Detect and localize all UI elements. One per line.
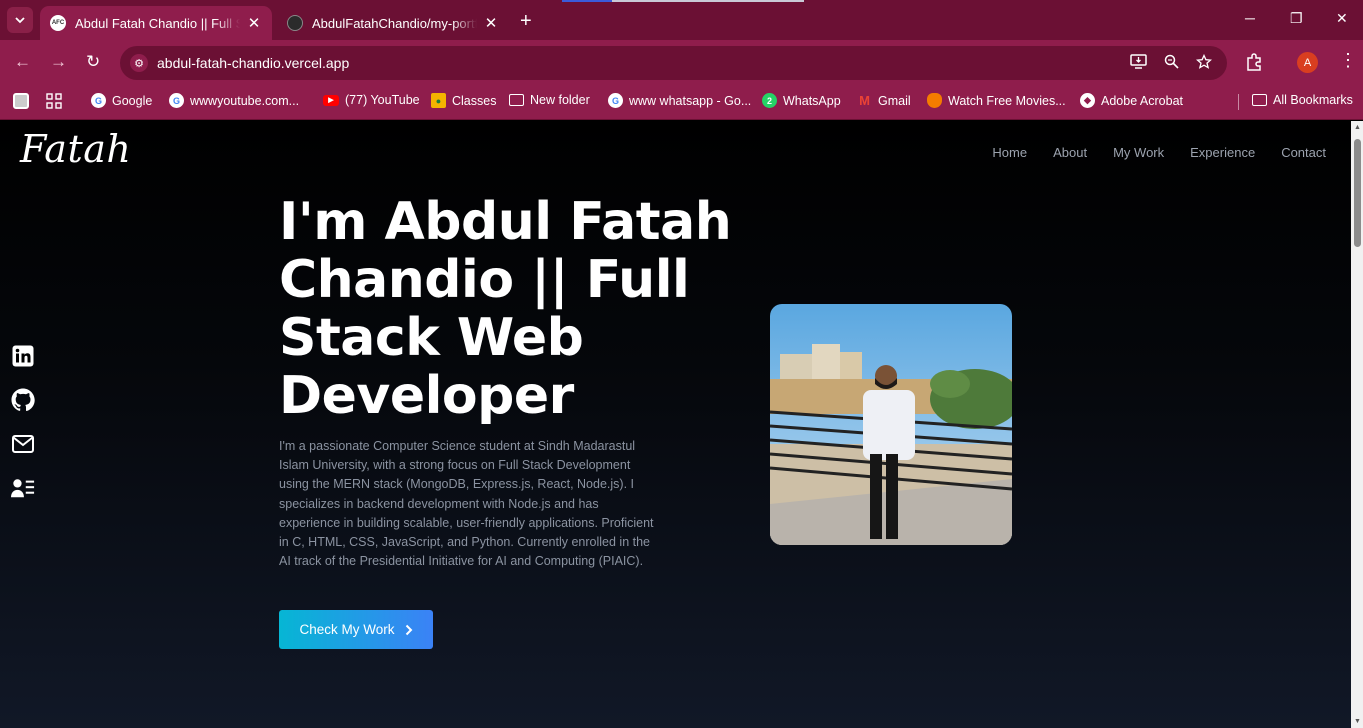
window-close-icon[interactable]: ✕ xyxy=(1336,10,1348,27)
profile-photo xyxy=(770,304,1012,545)
tab-title: AbdulFatahChandio/my-portfolio xyxy=(312,15,477,31)
bookmark-gmail[interactable]: M Gmail xyxy=(857,93,911,108)
site-logo[interactable]: Fatah xyxy=(20,127,131,171)
youtube-icon: ▶ xyxy=(323,94,339,106)
nav-home[interactable]: Home xyxy=(992,145,1027,160)
url-text[interactable]: abdul-fatah-chandio.vercel.app xyxy=(157,55,349,71)
movies-icon xyxy=(927,93,942,108)
bookmark-google[interactable]: G Google xyxy=(91,93,152,108)
mail-icon[interactable] xyxy=(11,433,35,455)
restore-icon[interactable]: ❐ xyxy=(1290,10,1303,27)
folder-icon xyxy=(509,94,524,106)
gmail-icon: M xyxy=(859,93,870,108)
bookmark-classes[interactable]: ● Classes xyxy=(431,93,496,108)
check-my-work-button[interactable]: Check My Work xyxy=(279,610,433,649)
all-bookmarks-button[interactable]: All Bookmarks xyxy=(1252,93,1353,107)
bookmark-youtube[interactable]: ▶ (77) YouTube xyxy=(323,93,420,107)
apps-grid-icon[interactable] xyxy=(46,93,62,109)
extensions-icon[interactable] xyxy=(1245,53,1263,76)
classroom-icon: ● xyxy=(431,93,446,108)
tab-close-icon[interactable]: ✕ xyxy=(483,14,499,32)
nav-experience[interactable]: Experience xyxy=(1190,145,1255,160)
bookmark-acrobat[interactable]: ◆ Adobe Acrobat xyxy=(1080,93,1183,108)
chevron-right-icon xyxy=(405,624,412,635)
nav-contact[interactable]: Contact xyxy=(1281,145,1326,160)
tab-close-icon[interactable]: ✕ xyxy=(246,14,262,32)
browser-tab[interactable]: AbdulFatahChandio/my-portfolio ✕ xyxy=(277,6,509,40)
cta-label: Check My Work xyxy=(299,622,395,637)
browser-tab-bar: AFC Abdul Fatah Chandio || Full Stack We… xyxy=(0,0,1363,40)
site-info-icon[interactable]: ⚙ xyxy=(130,54,148,72)
new-tab-icon[interactable]: + xyxy=(520,10,532,33)
whatsapp-icon: 2 xyxy=(762,93,777,108)
tab-favicon: AFC xyxy=(50,15,66,31)
github-icon[interactable] xyxy=(11,388,35,412)
zoom-icon[interactable] xyxy=(1164,54,1179,73)
browser-toolbar: ← → ↻ ⚙ abdul-fatah-chandio.vercel.app A… xyxy=(0,40,1363,84)
scroll-up-icon[interactable]: ▲ xyxy=(1354,124,1361,131)
nav-about[interactable]: About xyxy=(1053,145,1087,160)
install-app-icon[interactable] xyxy=(1130,54,1147,73)
bookmark-star-icon[interactable] xyxy=(1195,53,1213,74)
minimize-icon[interactable]: ─ xyxy=(1245,10,1255,26)
hero-description: I'm a passionate Computer Science studen… xyxy=(279,439,654,569)
bookmarks-divider xyxy=(1238,94,1239,110)
hero-title: I'm Abdul Fatah Chandio || Full Stack We… xyxy=(279,192,732,426)
address-bar[interactable]: ⚙ abdul-fatah-chandio.vercel.app xyxy=(120,46,1227,80)
github-favicon-icon xyxy=(287,15,303,31)
bookmark-whatsapp[interactable]: 2 WhatsApp xyxy=(762,93,841,108)
tab-groups-icon[interactable] xyxy=(13,93,29,109)
nav-my-work[interactable]: My Work xyxy=(1113,145,1164,160)
bookmark-whatsapp-search[interactable]: Gwww whatsapp - Go... xyxy=(608,93,751,108)
resume-icon[interactable] xyxy=(11,477,35,499)
google-icon: G xyxy=(169,93,184,108)
acrobat-icon: ◆ xyxy=(1080,93,1095,108)
social-links xyxy=(11,345,35,499)
tab-loading-indicator xyxy=(562,0,804,2)
portfolio-page: Fatah Home About My Work Experience Cont… xyxy=(0,121,1351,728)
google-icon: G xyxy=(608,93,623,108)
page-scrollbar[interactable]: ▲ ▼ xyxy=(1351,121,1363,728)
bookmark-movies[interactable]: Watch Free Movies... xyxy=(927,93,1066,108)
folder-icon xyxy=(1252,94,1267,106)
site-nav: Home About My Work Experience Contact xyxy=(992,145,1326,160)
tab-title: Abdul Fatah Chandio || Full Stack Web De… xyxy=(75,15,240,31)
browser-tab-active[interactable]: AFC Abdul Fatah Chandio || Full Stack We… xyxy=(40,6,272,40)
bookmark-new-folder[interactable]: New folder xyxy=(509,93,590,107)
scroll-down-icon[interactable]: ▼ xyxy=(1354,718,1361,725)
back-icon[interactable]: ← xyxy=(14,52,31,72)
scrollbar-thumb[interactable] xyxy=(1354,139,1361,247)
reload-icon[interactable]: ↻ xyxy=(86,52,100,72)
forward-icon[interactable]: → xyxy=(50,52,67,72)
linkedin-icon[interactable] xyxy=(11,345,35,367)
browser-menu-icon[interactable]: ⋮ xyxy=(1339,50,1357,71)
profile-avatar[interactable]: A xyxy=(1297,52,1318,73)
tab-search-button[interactable] xyxy=(7,7,33,33)
bookmark-youtube-search[interactable]: Gwwwyoutube.com... xyxy=(169,93,299,108)
chevron-down-icon xyxy=(15,16,25,23)
google-icon: G xyxy=(91,93,106,108)
bookmarks-bar: G Google Gwwwyoutube.com... ▶ (77) YouTube… xyxy=(0,84,1363,120)
